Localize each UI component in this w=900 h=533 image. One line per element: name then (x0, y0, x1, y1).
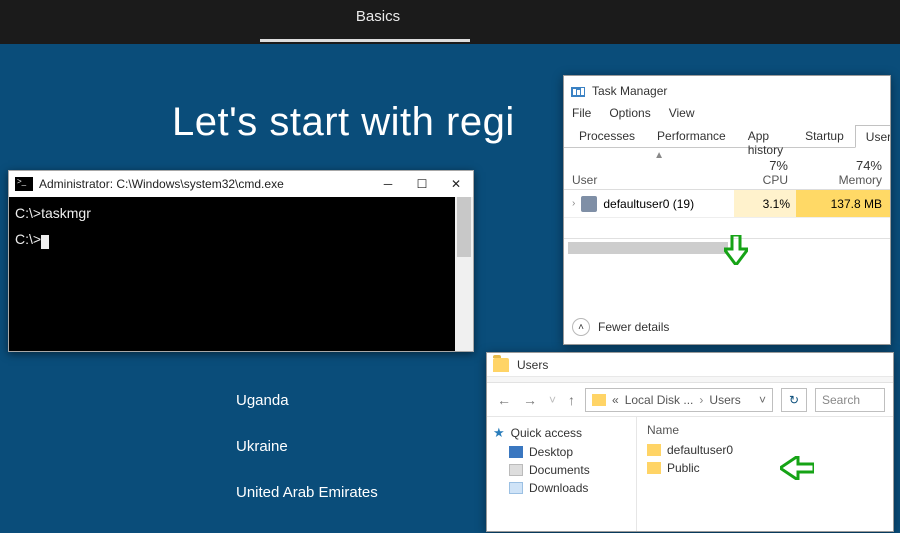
addr-crumb[interactable]: Local Disk ... (625, 393, 694, 407)
exp-navbar: ← → ˅ ↑ « Local Disk ... › Users ˅ ↻ Sea… (487, 383, 893, 417)
folder-item[interactable]: defaultuser0 (647, 443, 883, 457)
region-option[interactable]: United Arab Emirates (236, 472, 378, 514)
sidebar-label: Documents (529, 463, 590, 477)
maximize-button[interactable]: ☐ (405, 171, 439, 197)
memory-total: 74% (804, 158, 882, 173)
tab-users[interactable]: Users (855, 125, 891, 148)
chevron-up-icon: ˄ (572, 318, 590, 336)
close-button[interactable]: ✕ (439, 171, 473, 197)
tm-title: Task Manager (592, 84, 667, 98)
chevron-right-icon[interactable]: › (699, 393, 703, 407)
page-title: Let's start with regi (172, 100, 515, 145)
tm-menubar: File Options View (564, 106, 890, 124)
region-list: Uganda Ukraine United Arab Emirates (236, 380, 378, 518)
explorer-window: Users ← → ˅ ↑ « Local Disk ... › Users ˅… (486, 352, 894, 532)
recent-dropdown-icon[interactable]: ˅ (547, 393, 558, 407)
col-memory[interactable]: 74% Memory (796, 148, 890, 189)
col-user[interactable]: ▲ User (564, 148, 734, 189)
star-icon: ★ (493, 425, 505, 441)
user-row[interactable]: › defaultuser0 (19) 3.1% 137.8 MB (564, 190, 890, 218)
cmd-cursor (41, 235, 49, 249)
user-icon (581, 196, 597, 212)
task-manager-window: Task Manager File Options View Processes… (563, 75, 891, 345)
cmd-scroll-thumb[interactable] (457, 197, 471, 257)
folder-icon (493, 358, 509, 372)
cmd-scrollbar[interactable] (455, 197, 473, 351)
user-cpu: 3.1% (734, 190, 796, 217)
col-name[interactable]: Name (647, 423, 883, 437)
user-memory: 137.8 MB (796, 190, 890, 217)
refresh-button[interactable]: ↻ (781, 388, 807, 412)
address-bar[interactable]: « Local Disk ... › Users ˅ (585, 388, 773, 412)
addr-crumb[interactable]: Users (709, 393, 740, 407)
menu-options[interactable]: Options (609, 106, 650, 120)
sort-indicator-icon: ▲ (654, 150, 664, 161)
annotation-arrow-left-icon (780, 456, 814, 480)
quick-access[interactable]: ★ Quick access (493, 425, 630, 441)
fewer-details[interactable]: ˄ Fewer details (572, 318, 669, 336)
cmd-title: Administrator: C:\Windows\system32\cmd.e… (39, 177, 371, 191)
up-button[interactable]: ↑ (566, 392, 577, 408)
forward-button[interactable]: → (521, 392, 539, 408)
task-manager-icon (570, 83, 586, 99)
tm-columns: ▲ User 7% CPU 74% Memory (564, 148, 890, 190)
cmd-icon (15, 177, 33, 191)
quick-access-label: Quick access (511, 426, 582, 440)
addr-dropdown-icon[interactable]: ˅ (759, 393, 766, 407)
minimize-button[interactable]: ─ (371, 171, 405, 197)
cpu-total: 7% (742, 158, 788, 173)
cmd-line: C:\>taskmgr (15, 205, 467, 221)
tab-performance[interactable]: Performance (646, 124, 737, 147)
documents-icon (509, 464, 523, 476)
folder-icon (647, 444, 661, 456)
tm-scroll-thumb[interactable] (568, 242, 728, 254)
sidebar-label: Desktop (529, 445, 573, 459)
exp-title: Users (517, 358, 548, 372)
folder-label: Public (667, 461, 700, 475)
addr-prefix: « (612, 393, 619, 407)
fewer-details-label: Fewer details (598, 320, 669, 334)
col-user-label: User (572, 173, 726, 187)
desktop-icon (509, 446, 523, 458)
folder-item[interactable]: Public (647, 461, 883, 475)
menu-view[interactable]: View (669, 106, 695, 120)
sidebar-item-downloads[interactable]: Downloads (493, 481, 630, 495)
tab-processes[interactable]: Processes (568, 124, 646, 147)
region-option[interactable]: Uganda (236, 380, 378, 422)
cmd-titlebar[interactable]: Administrator: C:\Windows\system32\cmd.e… (9, 171, 473, 197)
back-button[interactable]: ← (495, 392, 513, 408)
cmd-line: C:\> (15, 231, 41, 247)
downloads-icon (509, 482, 523, 494)
search-input[interactable]: Search (815, 388, 885, 412)
oobe-header: Basics (0, 0, 900, 44)
folder-icon (647, 462, 661, 474)
tab-basics[interactable]: Basics (318, 8, 438, 35)
col-cpu[interactable]: 7% CPU (734, 148, 796, 189)
tab-app-history[interactable]: App history (737, 124, 794, 147)
annotation-arrow-down-icon (724, 235, 748, 265)
expand-icon[interactable]: › (572, 198, 575, 209)
col-cpu-label: CPU (742, 173, 788, 187)
tab-startup[interactable]: Startup (794, 124, 855, 147)
user-name: defaultuser0 (19) (603, 197, 694, 211)
tm-titlebar[interactable]: Task Manager (564, 76, 890, 106)
sidebar-item-documents[interactable]: Documents (493, 463, 630, 477)
exp-titlebar[interactable]: Users (487, 353, 893, 377)
folder-icon (592, 394, 606, 406)
region-option[interactable]: Ukraine (236, 426, 378, 468)
tm-tabs: Processes Performance App history Startu… (564, 124, 890, 148)
menu-file[interactable]: File (572, 106, 591, 120)
col-memory-label: Memory (804, 173, 882, 187)
tab-underline (260, 39, 470, 42)
cmd-window: Administrator: C:\Windows\system32\cmd.e… (8, 170, 474, 352)
exp-sidebar: ★ Quick access Desktop Documents Downloa… (487, 417, 637, 531)
sidebar-label: Downloads (529, 481, 588, 495)
exp-main: Name defaultuser0 Public (637, 417, 893, 531)
sidebar-item-desktop[interactable]: Desktop (493, 445, 630, 459)
folder-label: defaultuser0 (667, 443, 733, 457)
cmd-body[interactable]: C:\>taskmgr C:\> (9, 197, 473, 257)
